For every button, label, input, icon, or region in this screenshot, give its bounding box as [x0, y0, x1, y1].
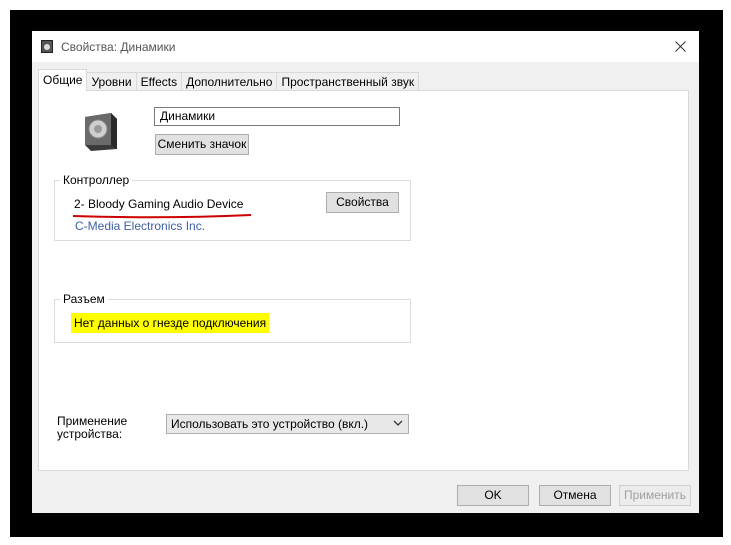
change-icon-button[interactable]: Сменить значок	[155, 134, 249, 155]
general-tab-panel: Динамики Сменить значок Контроллер 2- Bl…	[38, 90, 689, 471]
jack-group-label: Разъем	[60, 292, 108, 306]
apply-button[interactable]: Применить	[619, 485, 691, 506]
title-bar: Свойства: Динамики	[32, 31, 699, 62]
tab-spatial-sound[interactable]: Пространственный звук	[276, 72, 420, 91]
controller-group-label: Контроллер	[60, 173, 133, 187]
device-name-input[interactable]: Динамики	[154, 107, 400, 126]
cancel-button[interactable]: Отмена	[539, 485, 611, 506]
controller-vendor-link[interactable]: C-Media Electronics Inc.	[75, 219, 205, 233]
jack-info-text: Нет данных о гнезде подключения	[71, 313, 270, 333]
speaker-icon	[85, 113, 117, 151]
tab-advanced[interactable]: Дополнительно	[181, 72, 278, 91]
window-title: Свойства: Динамики	[61, 40, 176, 54]
ok-button[interactable]: OK	[457, 485, 529, 506]
tab-effects[interactable]: Effects	[135, 72, 183, 91]
controller-properties-button[interactable]: Свойства	[326, 192, 399, 213]
device-usage-selected-value: Использовать это устройство (вкл.)	[171, 417, 369, 431]
tab-strip: Общие Уровни Effects Дополнительно Прост…	[38, 69, 420, 91]
tab-general[interactable]: Общие	[38, 69, 88, 91]
device-usage-select[interactable]: Использовать это устройство (вкл.)	[166, 414, 409, 434]
device-usage-label: Применение устройства:	[57, 415, 127, 441]
properties-dialog: Свойства: Динамики Общие Уровни Effects …	[32, 31, 699, 513]
device-usage-label-line2: устройства:	[57, 427, 123, 441]
tab-levels[interactable]: Уровни	[86, 72, 137, 91]
close-icon	[674, 40, 686, 52]
close-button[interactable]	[669, 35, 691, 57]
chevron-down-icon	[393, 420, 403, 426]
speaker-title-icon	[41, 40, 53, 53]
controller-device-name: 2- Bloody Gaming Audio Device	[74, 197, 244, 211]
